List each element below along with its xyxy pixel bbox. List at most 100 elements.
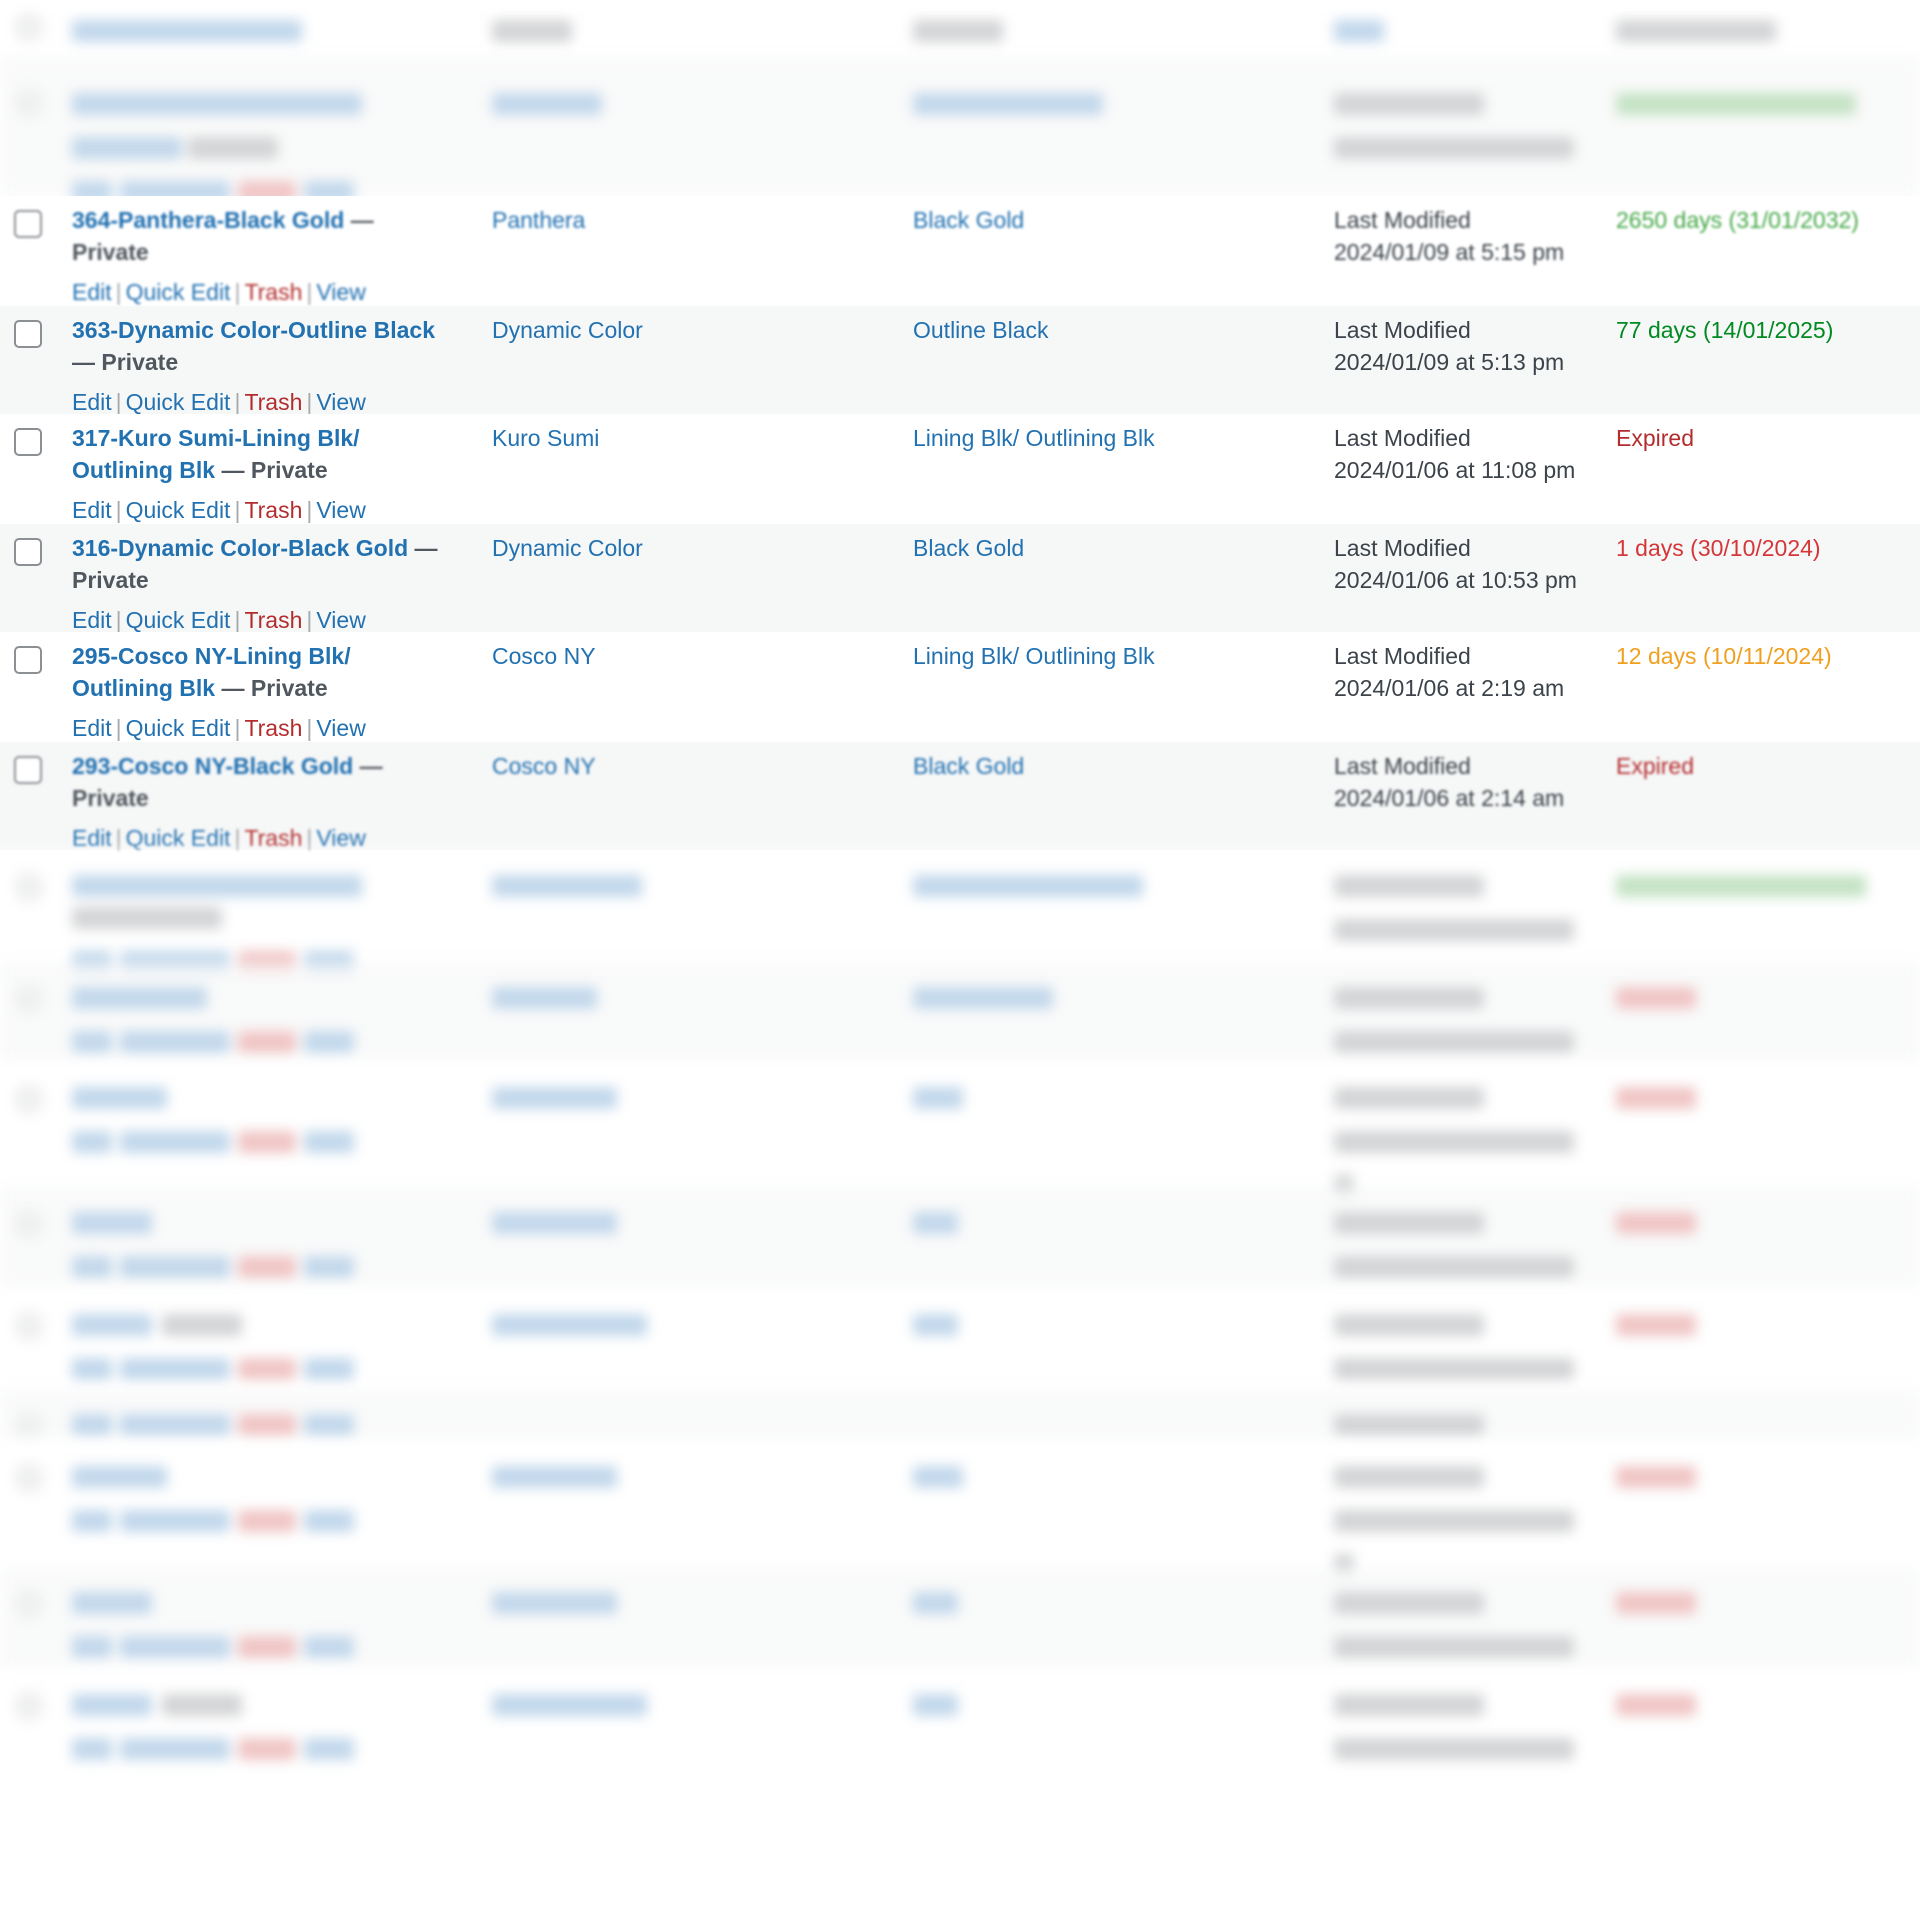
colour-link[interactable]: Black Gold — [913, 207, 1024, 233]
edit-link[interactable]: Edit — [72, 389, 112, 415]
quick-edit-link[interactable]: Quick Edit — [126, 279, 231, 305]
row-checkbox[interactable] — [14, 860, 48, 902]
brand-link[interactable]: Cosco NY — [492, 643, 596, 669]
date-value: 2024/01/09 at 5:15 pm — [1334, 239, 1565, 265]
quick-edit-link[interactable]: Quick Edit — [126, 497, 231, 523]
separator: | — [306, 279, 313, 305]
post-title-link[interactable]: 316-Dynamic Color-Black Gold — [72, 535, 408, 561]
colour-placeholder — [913, 1585, 1313, 1617]
brand-link[interactable]: Dynamic Color — [492, 317, 643, 343]
post-title-link[interactable]: 293-Cosco NY-Black Gold — [72, 753, 353, 779]
row-checkbox[interactable] — [14, 538, 42, 566]
edit-link[interactable]: Edit — [72, 715, 112, 741]
separator: | — [306, 607, 313, 633]
column-header-expiration — [1616, 14, 1776, 44]
brand-link[interactable]: Cosco NY — [492, 753, 596, 779]
brand-link[interactable]: Dynamic Color — [492, 535, 643, 561]
row-checkbox-cell[interactable] — [14, 632, 48, 674]
table-row-blurred — [0, 1289, 1920, 1389]
column-header-title[interactable] — [72, 14, 302, 44]
row-checkbox-cell[interactable] — [14, 524, 48, 566]
row-title-placeholder — [72, 1301, 452, 1383]
row-checkbox[interactable] — [14, 1299, 48, 1341]
trash-link[interactable]: Trash — [244, 715, 302, 741]
brand-link[interactable]: Panthera — [492, 207, 585, 233]
row-checkbox[interactable] — [14, 1072, 48, 1114]
edit-link[interactable]: Edit — [72, 825, 112, 851]
expiration-status: 2650 days (31/01/2032) — [1616, 207, 1859, 233]
date-placeholder — [1334, 1301, 1594, 1383]
separator: | — [306, 389, 313, 415]
view-link[interactable]: View — [316, 389, 365, 415]
row-checkbox-cell[interactable] — [14, 306, 48, 348]
brand-cell: Dynamic Color — [492, 532, 872, 564]
select-all-checkbox[interactable] — [14, 12, 44, 42]
quick-edit-link[interactable]: Quick Edit — [126, 389, 231, 415]
colour-placeholder — [913, 1080, 1313, 1112]
row-checkbox[interactable] — [14, 320, 42, 348]
colour-link[interactable]: Outline Black — [913, 317, 1049, 343]
row-checkbox[interactable] — [14, 428, 42, 456]
post-title-link[interactable]: 363-Dynamic Color-Outline Black — [72, 317, 435, 343]
brand-link[interactable]: Kuro Sumi — [492, 425, 599, 451]
quick-edit-link[interactable]: Quick Edit — [126, 715, 231, 741]
row-actions: Edit | Quick Edit | Trash | View — [72, 824, 452, 852]
quick-edit-link[interactable]: Quick Edit — [126, 607, 231, 633]
row-checkbox-cell[interactable] — [14, 742, 48, 784]
row-checkbox[interactable] — [14, 210, 42, 238]
trash-link[interactable]: Trash — [244, 497, 302, 523]
separator: | — [234, 497, 241, 523]
colour-cell: Black Gold — [913, 532, 1313, 564]
date-cell: Last Modified 2024/01/06 at 2:19 am — [1334, 640, 1594, 704]
trash-link[interactable]: Trash — [244, 389, 302, 415]
date-placeholder — [1334, 1579, 1594, 1661]
table-row: 293-Cosco NY-Black Gold — Private Edit | Q… — [0, 742, 1920, 852]
row-checkbox[interactable] — [14, 76, 48, 118]
expiration-cell: 1 days (30/10/2024) — [1616, 532, 1916, 564]
edit-link[interactable]: Edit — [72, 607, 112, 633]
quick-edit-link[interactable]: Quick Edit — [126, 825, 231, 851]
colour-placeholder — [913, 868, 1313, 900]
row-checkbox[interactable] — [14, 646, 42, 674]
row-checkbox[interactable] — [14, 972, 48, 1014]
colour-link[interactable]: Black Gold — [913, 753, 1024, 779]
view-link[interactable]: View — [316, 825, 365, 851]
brand-placeholder — [492, 1459, 872, 1491]
row-checkbox-cell[interactable] — [14, 414, 48, 456]
table-row-blurred — [0, 1567, 1920, 1669]
view-link[interactable]: View — [316, 607, 365, 633]
row-checkbox-cell[interactable] — [14, 196, 48, 238]
brand-cell: Cosco NY — [492, 750, 872, 782]
row-checkbox[interactable] — [14, 1679, 48, 1721]
row-checkbox[interactable] — [14, 1197, 48, 1239]
row-checkbox[interactable] — [14, 1451, 48, 1493]
colour-cell: Lining Blk/ Outlining Blk — [913, 640, 1313, 672]
column-header-date[interactable] — [1334, 14, 1384, 44]
brand-cell: Kuro Sumi — [492, 422, 872, 454]
separator: | — [115, 497, 122, 523]
trash-link[interactable]: Trash — [244, 825, 302, 851]
colour-link[interactable]: Lining Blk/ Outlining Blk — [913, 425, 1155, 451]
view-link[interactable]: View — [316, 497, 365, 523]
trash-link[interactable]: Trash — [244, 279, 302, 305]
edit-link[interactable]: Edit — [72, 497, 112, 523]
row-title-placeholder — [72, 80, 452, 206]
row-checkbox[interactable] — [14, 1399, 48, 1441]
expiration-placeholder — [1616, 1585, 1916, 1617]
table-row-blurred — [0, 1441, 1920, 1576]
colour-link[interactable]: Lining Blk/ Outlining Blk — [913, 643, 1155, 669]
select-all-checkbox-cell[interactable] — [14, 0, 48, 42]
row-checkbox[interactable] — [14, 1577, 48, 1619]
view-link[interactable]: View — [316, 715, 365, 741]
separator: | — [115, 715, 122, 741]
expiration-status: Expired — [1616, 753, 1694, 779]
edit-link[interactable]: Edit — [72, 279, 112, 305]
table-row: 316-Dynamic Color-Black Gold — Private E… — [0, 524, 1920, 633]
post-title-link[interactable]: 364-Panthera-Black Gold — [72, 207, 344, 233]
view-link[interactable]: View — [316, 279, 365, 305]
table-row-blurred — [0, 58, 1920, 203]
row-checkbox[interactable] — [14, 756, 42, 784]
colour-link[interactable]: Black Gold — [913, 535, 1024, 561]
trash-link[interactable]: Trash — [244, 607, 302, 633]
expiration-status: Expired — [1616, 425, 1694, 451]
